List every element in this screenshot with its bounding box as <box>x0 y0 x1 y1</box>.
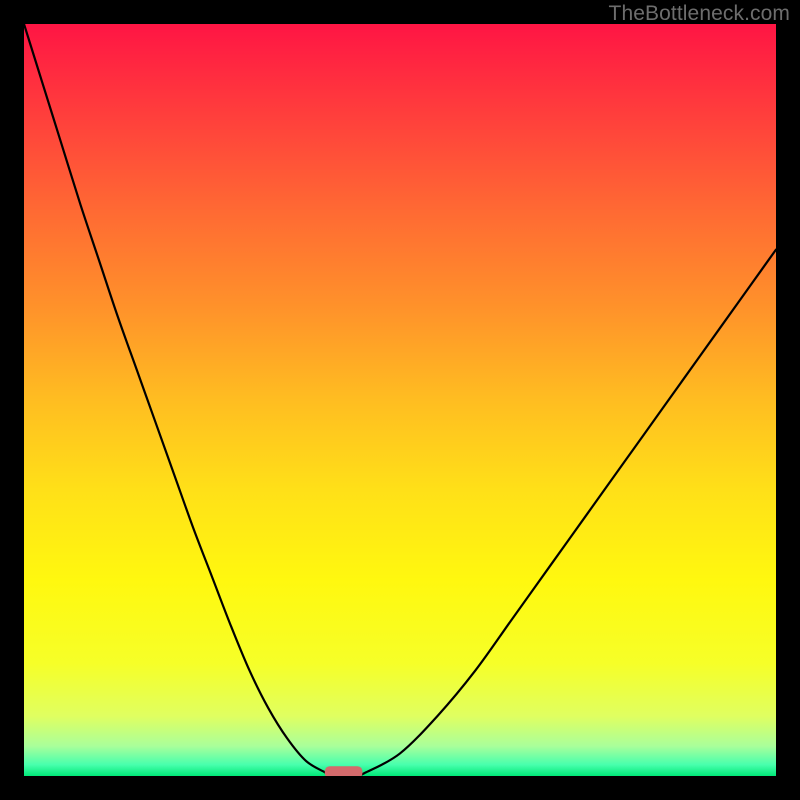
watermark-text: TheBottleneck.com <box>609 2 790 26</box>
optimal-range-marker <box>325 766 363 776</box>
chart-frame <box>24 24 776 776</box>
gradient-background <box>24 24 776 776</box>
bottleneck-chart <box>24 24 776 776</box>
